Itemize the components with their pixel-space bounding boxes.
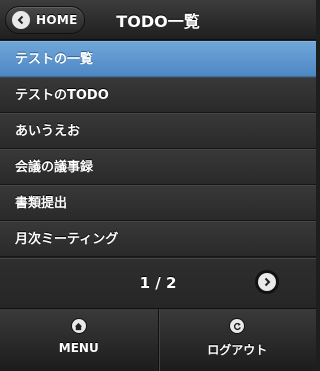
- menu-button[interactable]: MENU: [0, 309, 158, 371]
- list-item[interactable]: テストの一覧: [0, 41, 316, 77]
- next-page-button[interactable]: [255, 270, 279, 294]
- refresh-icon: [229, 318, 246, 334]
- chevron-right-icon: [258, 273, 276, 291]
- logout-button[interactable]: ログアウト: [157, 309, 317, 371]
- list-item[interactable]: 書類提出: [0, 185, 316, 221]
- page-title: TODO一覧: [116, 12, 200, 31]
- list-item[interactable]: あいうえお: [0, 113, 316, 149]
- footer-nav: MENU ログアウト: [0, 308, 316, 371]
- list-item[interactable]: 会議の議事録: [0, 149, 316, 185]
- home-icon: [70, 318, 87, 334]
- header-bar: HOME TODO一覧: [0, 0, 316, 40]
- logout-button-label: ログアウト: [207, 343, 268, 357]
- list-item[interactable]: テストのTODO: [0, 77, 316, 113]
- pager: 1 / 2: [0, 258, 316, 308]
- list-item[interactable]: 月次ミーティング: [0, 221, 316, 257]
- todo-list: テストの一覧 テストのTODO あいうえお 会議の議事録 書類提出 月次ミーティ…: [0, 41, 316, 257]
- menu-button-label: MENU: [58, 341, 99, 355]
